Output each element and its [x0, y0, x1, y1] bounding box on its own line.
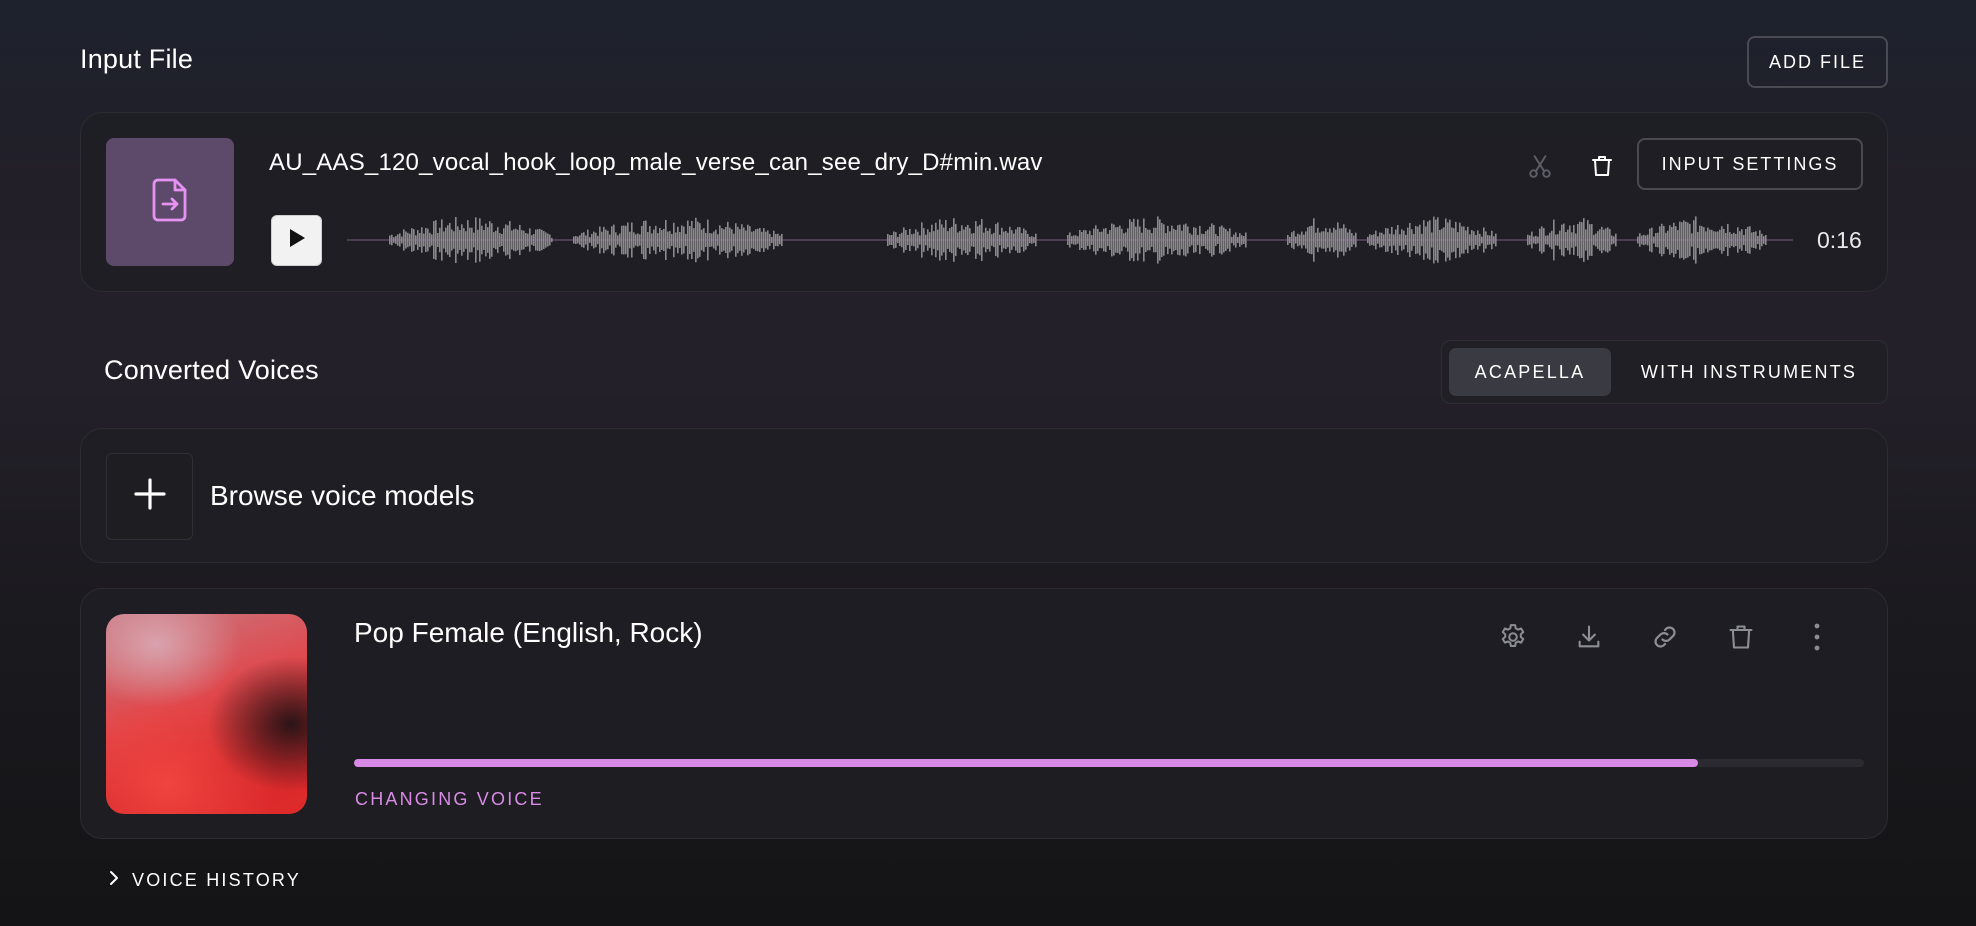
file-thumbnail: [106, 138, 234, 266]
delete-voice-button[interactable]: [1719, 617, 1763, 661]
browse-voice-models-card[interactable]: Browse voice models: [80, 428, 1888, 563]
voice-history-toggle[interactable]: VOICE HISTORY: [108, 870, 301, 891]
voice-name: Pop Female (English, Rock): [354, 617, 703, 648]
play-button[interactable]: [271, 215, 322, 266]
input-file-title: Input File: [80, 44, 194, 74]
browse-voice-models-label: Browse voice models: [210, 480, 475, 511]
trash-icon: [1590, 153, 1614, 184]
plus-icon: [133, 477, 167, 516]
trim-button[interactable]: [1521, 149, 1559, 187]
scissors-icon: [1527, 153, 1553, 184]
trash-icon: [1727, 622, 1755, 657]
more-vertical-icon: [1813, 622, 1821, 657]
input-file-card: AU_AAS_120_vocal_hook_loop_male_verse_ca…: [80, 112, 1888, 292]
copy-link-button[interactable]: [1643, 617, 1687, 661]
file-name: AU_AAS_120_vocal_hook_loop_male_verse_ca…: [269, 149, 1043, 176]
download-button[interactable]: [1567, 617, 1611, 661]
mode-tabs: ACAPELLA WITH INSTRUMENTS: [1441, 340, 1888, 404]
more-options-button[interactable]: [1795, 617, 1839, 661]
tab-acapella[interactable]: ACAPELLA: [1449, 348, 1611, 396]
file-import-icon: [150, 176, 190, 229]
chevron-right-icon: [108, 870, 120, 891]
link-icon: [1650, 622, 1680, 657]
input-settings-button[interactable]: INPUT SETTINGS: [1637, 138, 1863, 190]
conversion-progress: [354, 759, 1864, 767]
converted-voices-title: Converted Voices: [104, 355, 319, 385]
voice-history-label: VOICE HISTORY: [132, 870, 301, 890]
waveform[interactable]: [347, 215, 1793, 265]
voice-cover-image: [106, 614, 307, 814]
settings-icon: [1498, 622, 1528, 657]
duration: 0:16: [1817, 227, 1862, 253]
play-icon: [288, 228, 306, 253]
download-icon: [1575, 623, 1603, 656]
conversion-status: CHANGING VOICE: [355, 789, 544, 809]
delete-file-button[interactable]: [1583, 149, 1621, 187]
add-voice-button[interactable]: [106, 453, 193, 540]
voice-card: Pop Female (English, Rock) CHANGING VOIC…: [80, 588, 1888, 839]
voice-settings-button[interactable]: [1491, 617, 1535, 661]
conversion-progress-fill: [354, 759, 1698, 767]
add-file-button[interactable]: ADD FILE: [1747, 36, 1888, 88]
tab-with-instruments[interactable]: WITH INSTRUMENTS: [1618, 348, 1880, 396]
